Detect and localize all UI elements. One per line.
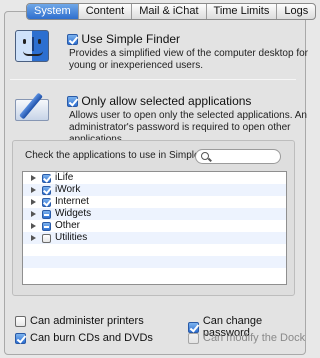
app-label: iWork — [55, 184, 81, 195]
search-icon — [201, 152, 209, 160]
list-item[interactable]: Utilities — [23, 232, 286, 244]
modify-dock-label: Can modify the Dock — [203, 332, 306, 344]
applications-list[interactable]: iLife iWork Internet Widgets Other Utili… — [22, 171, 287, 285]
modify-dock-option: Can modify the Dock — [188, 332, 305, 344]
disclosure-triangle-icon[interactable] — [31, 199, 36, 205]
applications-icon — [13, 91, 53, 125]
app-checkbox[interactable] — [42, 209, 51, 219]
only-allow-selected-label: Only allow selected applications — [81, 94, 252, 108]
app-label: Other — [55, 220, 81, 231]
use-simple-finder-checkbox[interactable] — [67, 34, 78, 46]
list-item[interactable]: iLife — [23, 172, 286, 184]
tab-content[interactable]: Content — [79, 4, 133, 19]
app-checkbox[interactable] — [42, 197, 51, 207]
administer-printers-label: Can administer printers — [30, 315, 144, 327]
search-input[interactable] — [195, 149, 281, 164]
burn-cds-label: Can burn CDs and DVDs — [30, 332, 153, 344]
tab-logs[interactable]: Logs — [277, 4, 315, 19]
modify-dock-checkbox — [188, 332, 199, 344]
app-checkbox[interactable] — [42, 221, 51, 231]
app-label: Widgets — [55, 208, 92, 219]
disclosure-triangle-icon[interactable] — [31, 211, 36, 217]
simple-finder-description: Provides a simplified view of the comput… — [69, 48, 308, 71]
only-allow-selected-option[interactable]: Only allow selected applications — [67, 94, 251, 108]
app-label: Utilities — [55, 232, 88, 243]
divider — [10, 79, 296, 80]
use-simple-finder-label: Use Simple Finder — [81, 32, 181, 46]
list-item[interactable]: Other — [23, 220, 286, 232]
list-item[interactable]: iWork — [23, 184, 286, 196]
app-checkbox[interactable] — [42, 173, 51, 183]
change-password-checkbox[interactable] — [188, 321, 199, 333]
use-simple-finder-option[interactable]: Use Simple Finder — [67, 32, 180, 46]
list-item[interactable]: Widgets — [23, 208, 286, 220]
list-item[interactable]: Internet — [23, 196, 286, 208]
disclosure-triangle-icon[interactable] — [31, 235, 36, 241]
disclosure-triangle-icon[interactable] — [31, 175, 36, 181]
burn-cds-checkbox[interactable] — [15, 332, 26, 344]
app-label: Internet — [55, 196, 89, 207]
app-checkbox[interactable] — [42, 233, 51, 243]
tab-system[interactable]: System — [27, 4, 79, 19]
disclosure-triangle-icon[interactable] — [31, 223, 36, 229]
administer-printers-checkbox[interactable] — [15, 315, 26, 327]
tab-time-limits[interactable]: Time Limits — [207, 4, 278, 19]
administer-printers-option[interactable]: Can administer printers — [15, 315, 144, 327]
disclosure-triangle-icon[interactable] — [31, 187, 36, 193]
app-label: iLife — [55, 172, 74, 183]
list-item-empty — [23, 256, 286, 268]
burn-cds-option[interactable]: Can burn CDs and DVDs — [15, 332, 153, 344]
list-item-empty — [23, 244, 286, 256]
tab-bar: System Content Mail & iChat Time Limits … — [26, 3, 317, 20]
app-checkbox[interactable] — [42, 185, 51, 195]
tab-mail-ichat[interactable]: Mail & iChat — [132, 4, 207, 19]
only-allow-selected-checkbox[interactable] — [67, 96, 78, 108]
finder-icon — [15, 30, 49, 62]
list-item-empty — [23, 268, 286, 280]
